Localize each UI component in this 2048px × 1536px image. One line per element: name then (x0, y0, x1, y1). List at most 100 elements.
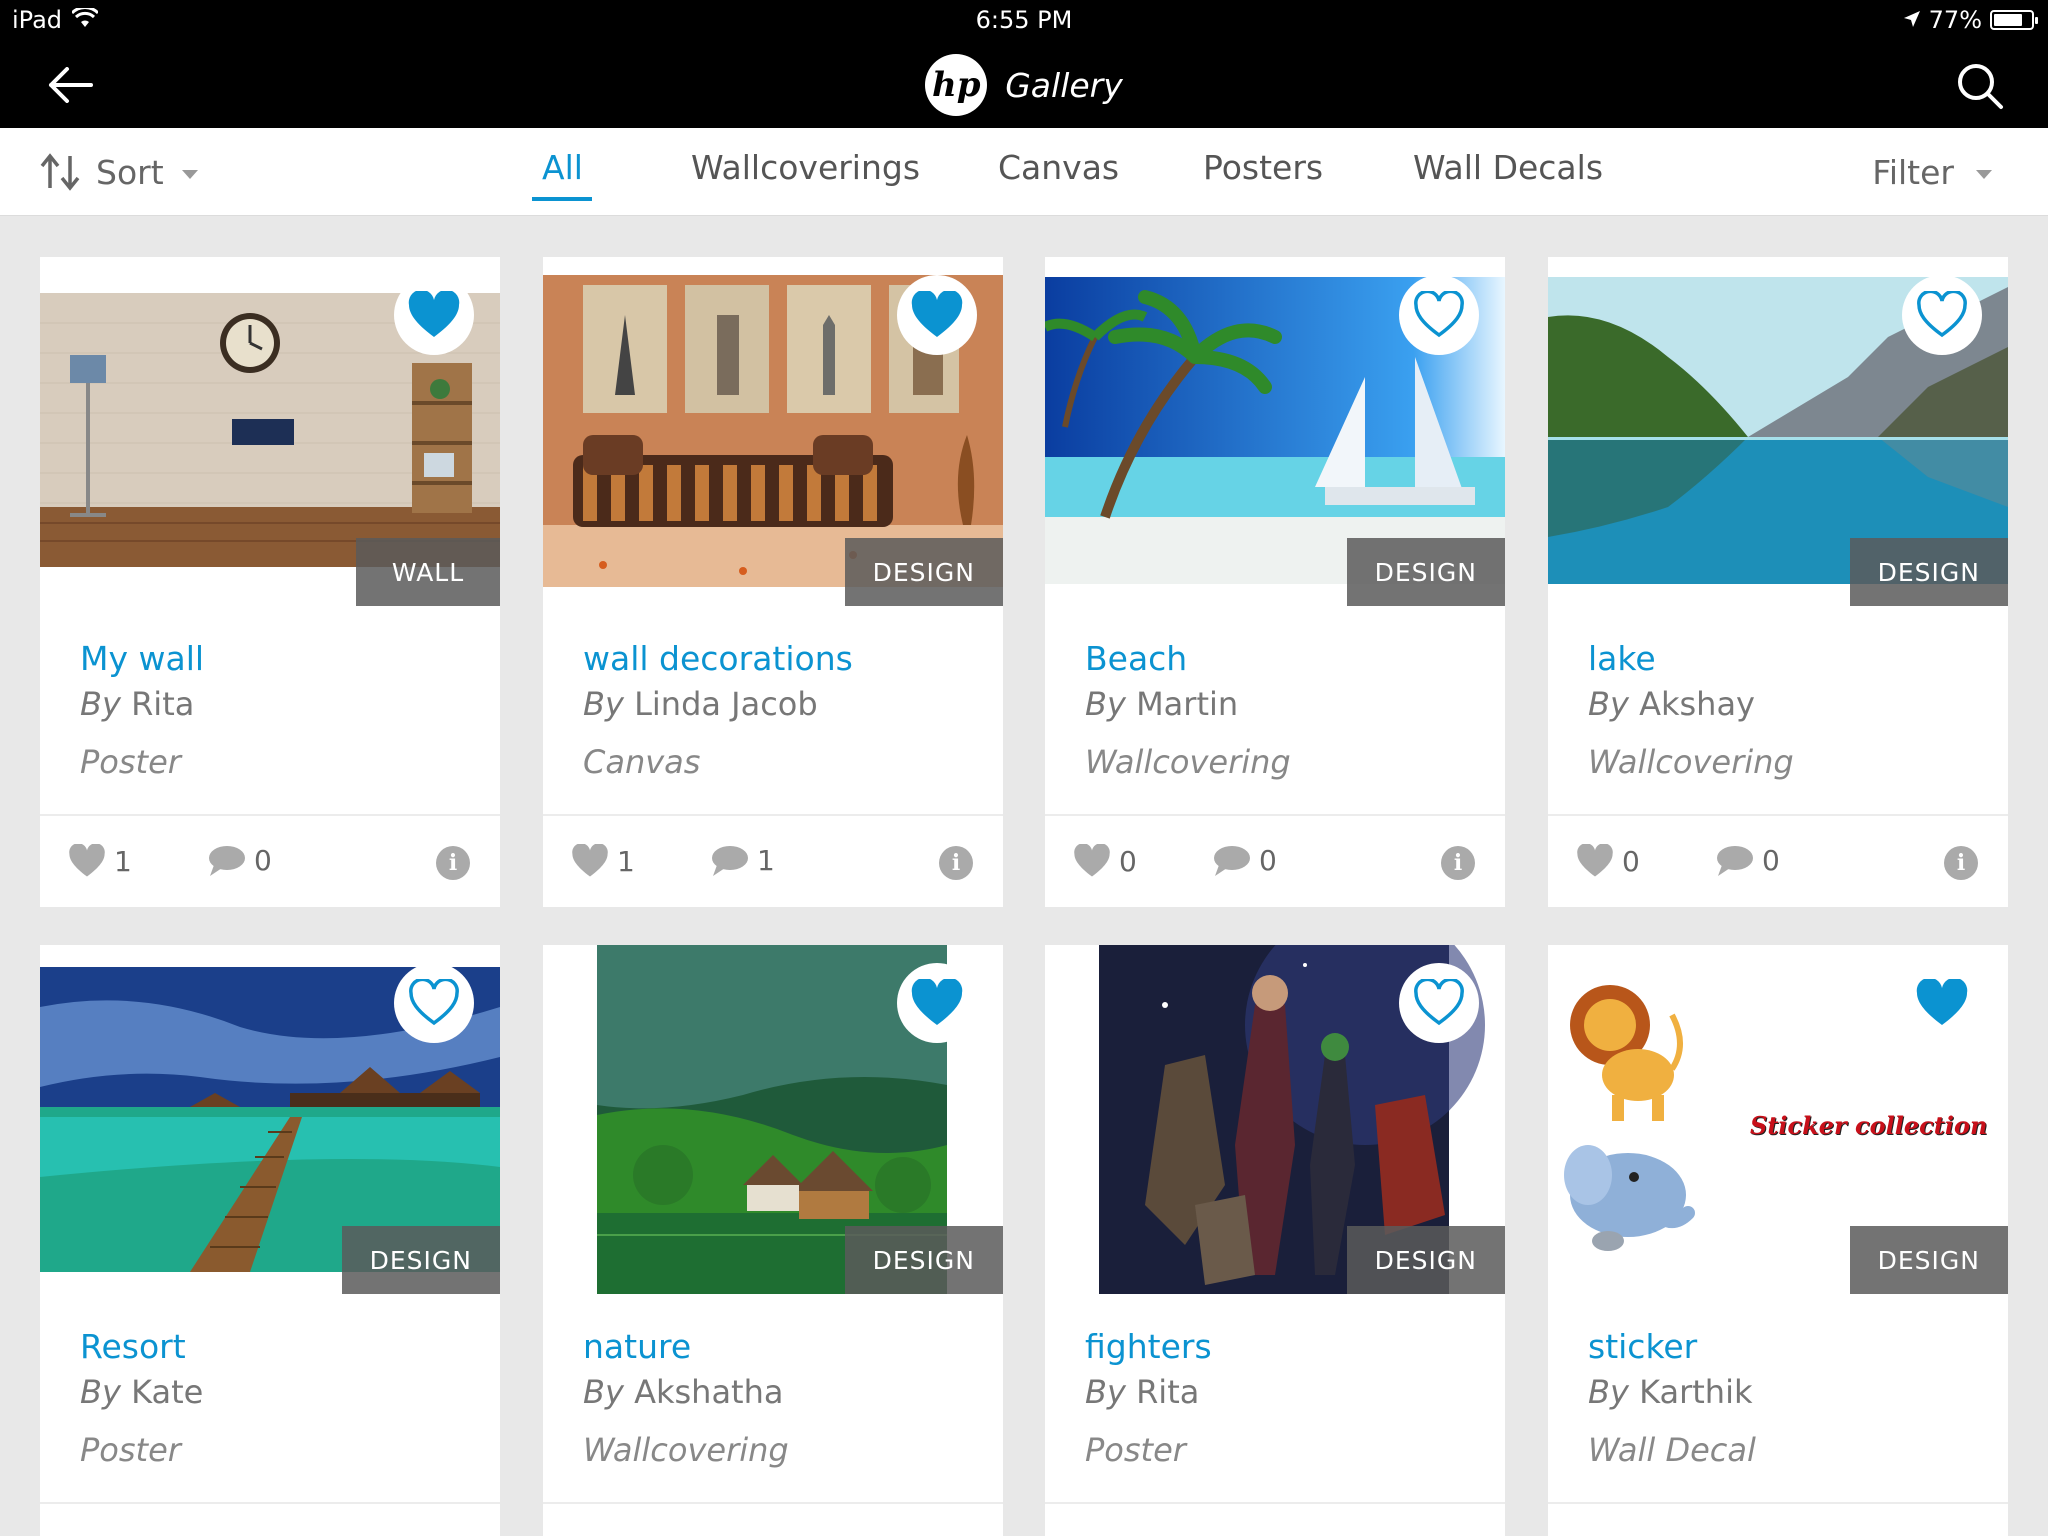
heart-icon (911, 291, 963, 337)
gallery-card[interactable]: DESIGN wall decorations By Linda Jacob C… (543, 257, 1003, 907)
comment-icon (712, 845, 748, 876)
gallery-card[interactable]: WALL My wall By Rita Poster 1 0 i (40, 257, 500, 907)
heart-outline-icon (1414, 291, 1464, 338)
by-label: By (583, 685, 624, 723)
comment-count[interactable]: 0 (1213, 844, 1277, 877)
heart-outline-icon (409, 979, 459, 1026)
card-footer (1045, 1502, 1505, 1536)
author-name: Akshay (1639, 685, 1755, 723)
tab-wall-decals[interactable]: Wall Decals (1413, 148, 1603, 196)
favorite-button[interactable] (1399, 963, 1479, 1043)
comment-count[interactable]: 0 (208, 844, 272, 877)
comment-count[interactable]: 1 (711, 844, 775, 877)
card-tag: DESIGN (341, 1226, 500, 1294)
comment-icon (209, 845, 245, 876)
card-author: By Karthik (1588, 1373, 1753, 1411)
card-title[interactable]: fighters (1085, 1327, 1212, 1366)
favorite-button[interactable] (394, 275, 474, 355)
status-bar: iPad 6:55 PM 77% (0, 0, 2048, 42)
gallery-card[interactable]: DESIGN nature By Akshatha Wallcovering (543, 945, 1003, 1536)
info-icon[interactable]: i (436, 846, 470, 880)
sticker-collection-text: Sticker collection (1750, 1111, 1988, 1140)
favorite-button[interactable] (1399, 275, 1479, 355)
card-tag: DESIGN (1346, 1226, 1505, 1294)
favorite-button[interactable] (897, 275, 977, 355)
location-arrow-icon (1903, 6, 1921, 34)
gallery-card[interactable]: DESIGN lake By Akshay Wallcovering 0 0 i (1548, 257, 2008, 907)
by-label: By (1588, 1373, 1629, 1411)
tab-all[interactable]: All (542, 148, 583, 196)
comment-count-value: 0 (254, 844, 272, 877)
info-icon[interactable]: i (1441, 846, 1475, 880)
author-name: Linda Jacob (634, 685, 818, 723)
battery-percent: 77% (1928, 6, 1982, 34)
card-title[interactable]: wall decorations (583, 639, 853, 678)
card-type: Canvas (583, 743, 701, 781)
gallery-card[interactable]: Sticker collection DESIGN sticker By Kar… (1548, 945, 2008, 1536)
card-title[interactable]: Resort (80, 1327, 186, 1366)
gallery-card[interactable]: DESIGN Beach By Martin Wallcovering 0 0 … (1045, 257, 1505, 907)
card-title[interactable]: lake (1588, 639, 1656, 678)
card-type: Wallcovering (1588, 743, 1794, 781)
card-footer: 0 0 i (1045, 814, 1505, 907)
by-label: By (80, 1373, 121, 1411)
nav-center: hp Gallery (0, 42, 2048, 128)
by-label: By (80, 685, 121, 723)
card-footer (40, 1502, 500, 1536)
back-button[interactable] (40, 58, 100, 112)
by-label: By (1085, 1373, 1126, 1411)
like-count-value: 1 (617, 844, 635, 878)
card-type: Wall Decal (1588, 1431, 1756, 1469)
gallery-card[interactable]: DESIGN fighters By Rita Poster (1045, 945, 1505, 1536)
filter-label: Filter (1872, 152, 1954, 192)
heart-icon (69, 844, 105, 877)
battery-icon (1990, 10, 2038, 30)
card-tag: DESIGN (844, 1226, 1003, 1294)
heart-icon (1916, 979, 1968, 1025)
comment-count[interactable]: 0 (1716, 844, 1780, 877)
like-count[interactable]: 0 (1576, 844, 1640, 878)
card-footer: 1 1 i (543, 814, 1003, 907)
card-author: By Kate (80, 1373, 203, 1411)
author-name: Kate (131, 1373, 204, 1411)
comment-count-value: 1 (757, 844, 775, 877)
favorite-button[interactable] (897, 963, 977, 1043)
like-count[interactable]: 1 (571, 844, 635, 878)
author-name: Martin (1136, 685, 1239, 723)
search-button[interactable] (1952, 58, 2008, 114)
favorite-button[interactable] (1902, 963, 1982, 1043)
gallery-card[interactable]: DESIGN Resort By Kate Poster (40, 945, 500, 1536)
card-tag: DESIGN (1849, 1226, 2008, 1294)
card-title[interactable]: Beach (1085, 639, 1187, 678)
card-title[interactable]: My wall (80, 639, 204, 678)
card-author: By Akshatha (583, 1373, 783, 1411)
active-tab-indicator (532, 197, 592, 201)
card-author: By Linda Jacob (583, 685, 818, 723)
card-author: By Rita (80, 685, 194, 723)
comment-count-value: 0 (1762, 844, 1780, 877)
heart-outline-icon (1917, 291, 1967, 338)
favorite-button[interactable] (1902, 275, 1982, 355)
nav-bar: hp Gallery (0, 42, 2048, 128)
sort-button[interactable]: Sort (38, 148, 198, 196)
info-icon[interactable]: i (939, 846, 973, 880)
like-count-value: 0 (1119, 844, 1137, 878)
like-count-value: 0 (1622, 844, 1640, 878)
author-name: Karthik (1639, 1373, 1753, 1411)
like-count-value: 1 (114, 844, 132, 878)
card-title[interactable]: nature (583, 1327, 691, 1366)
status-right: 77% (1903, 6, 2038, 34)
card-type: Poster (80, 743, 181, 781)
heart-icon (911, 979, 963, 1025)
info-icon[interactable]: i (1944, 846, 1978, 880)
filter-button[interactable]: Filter (1872, 148, 1992, 196)
favorite-button[interactable] (394, 963, 474, 1043)
tab-canvas[interactable]: Canvas (998, 148, 1119, 196)
search-icon (1958, 64, 2003, 109)
like-count[interactable]: 0 (1073, 844, 1137, 878)
tab-posters[interactable]: Posters (1203, 148, 1323, 196)
tab-wallcoverings[interactable]: Wallcoverings (691, 148, 920, 196)
card-title[interactable]: sticker (1588, 1327, 1697, 1366)
heart-outline-icon (1414, 979, 1464, 1026)
like-count[interactable]: 1 (68, 844, 132, 878)
